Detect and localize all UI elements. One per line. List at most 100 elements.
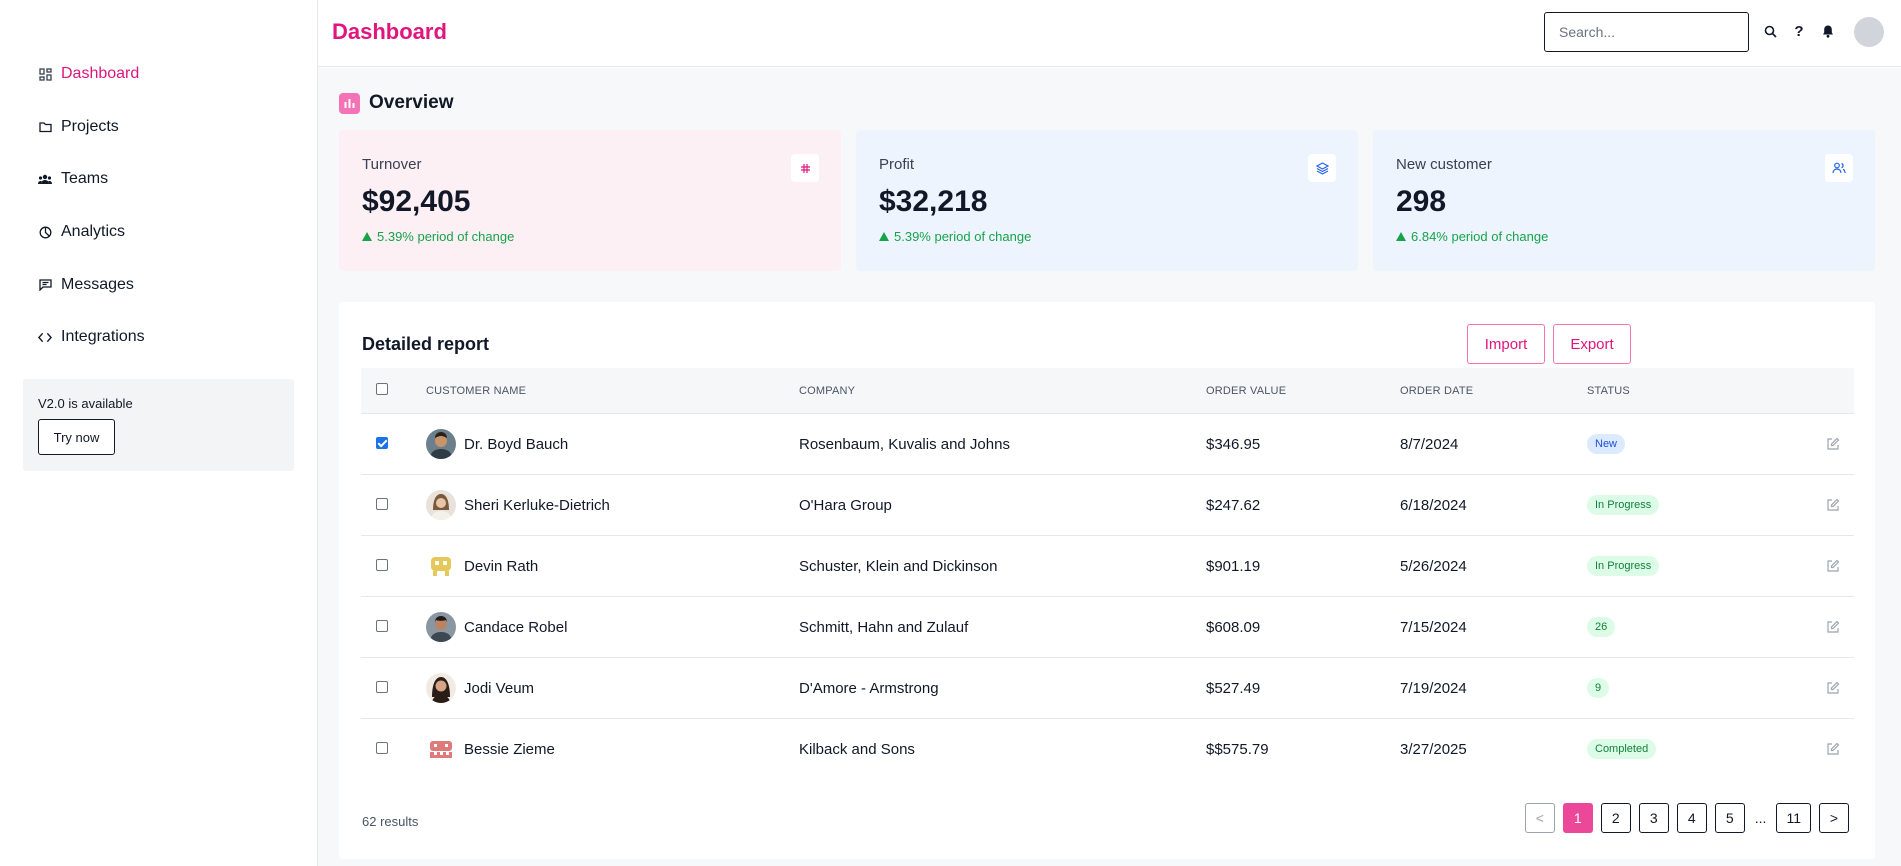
help-icon[interactable]: ? [1790, 22, 1808, 40]
company: Schuster, Klein and Dickinson [799, 557, 998, 575]
row-checkbox[interactable] [376, 436, 388, 449]
bell-icon[interactable] [1819, 22, 1837, 40]
export-button[interactable]: Export [1553, 324, 1631, 364]
select-all-checkbox[interactable] [376, 383, 388, 395]
order-date: 6/18/2024 [1400, 496, 1467, 514]
order-date: 5/26/2024 [1400, 557, 1467, 575]
row-checkbox[interactable] [376, 680, 388, 693]
pagination: < 1 2 3 4 5 ... 11 > [1524, 803, 1849, 833]
edit-icon[interactable] [1812, 559, 1854, 573]
report-title: Detailed report [362, 334, 490, 354]
order-date: 7/19/2024 [1400, 679, 1467, 697]
page-button-5[interactable]: 5 [1714, 803, 1745, 833]
sidebar-item-dashboard[interactable]: Dashboard [38, 48, 145, 101]
customer-name: Jodi Veum [464, 679, 535, 697]
sidebar-item-projects[interactable]: Projects [38, 101, 145, 154]
results-count: 62 results [362, 814, 419, 829]
table-row[interactable]: Candace Robel Schmitt, Hahn and Zulauf $… [361, 596, 1854, 657]
sidebar-item-label: Messages [61, 275, 134, 293]
page-button-2[interactable]: 2 [1600, 803, 1631, 833]
col-company[interactable]: COMPANY [799, 385, 1206, 397]
code-icon [38, 330, 52, 344]
stat-card-new-customer: New customer 298 6.84% period of change [1373, 130, 1875, 271]
detailed-report: Detailed report Import Export CUSTOMER N… [339, 302, 1875, 859]
col-status[interactable]: STATUS [1587, 385, 1812, 397]
status-badge: 26 [1587, 617, 1616, 637]
order-date: 8/7/2024 [1400, 435, 1459, 453]
page-button-3[interactable]: 3 [1638, 803, 1669, 833]
pie-icon [38, 225, 52, 239]
search-input[interactable] [1544, 12, 1749, 52]
table-row[interactable]: Dr. Boyd Bauch Rosenbaum, Kuvalis and Jo… [361, 413, 1854, 474]
page-button-1[interactable]: 1 [1562, 803, 1593, 833]
folder-icon [38, 120, 52, 134]
sidebar-item-label: Projects [61, 117, 119, 135]
row-checkbox[interactable] [376, 741, 388, 754]
edit-icon[interactable] [1812, 742, 1854, 756]
order-date: 7/15/2024 [1400, 618, 1467, 636]
row-checkbox[interactable] [376, 619, 388, 632]
edit-icon[interactable] [1812, 620, 1854, 634]
table-row[interactable]: Bessie Zieme Kilback and Sons $$575.79 3… [361, 718, 1854, 779]
trend-up-icon [1396, 232, 1406, 241]
users-icon [1825, 154, 1853, 182]
stat-change-text: 6.84% period of change [1411, 229, 1549, 244]
sidebar-nav: Dashboard Projects Teams Analytics Messa… [38, 48, 145, 364]
col-customer-name[interactable]: CUSTOMER NAME [426, 385, 799, 397]
stat-card-profit: Profit $32,218 5.39% period of change [856, 130, 1358, 271]
avatar [426, 612, 456, 642]
edit-icon[interactable] [1812, 437, 1854, 451]
overview-title: Overview [369, 92, 454, 113]
sidebar-item-label: Dashboard [61, 65, 140, 83]
order-value: $346.95 [1206, 435, 1261, 453]
table-row[interactable]: Sheri Kerluke-Dietrich O'Hara Group $247… [361, 474, 1854, 535]
try-now-button[interactable]: Try now [38, 419, 115, 455]
sidebar-item-messages[interactable]: Messages [38, 258, 145, 311]
order-value: $527.49 [1206, 679, 1261, 697]
stat-card-turnover: Turnover $92,405 5.39% period of change [339, 130, 841, 271]
users-icon [38, 172, 52, 186]
stat-cards: Turnover $92,405 5.39% period of change … [339, 130, 1875, 271]
company: D'Amore - Armstrong [799, 679, 939, 697]
company: O'Hara Group [799, 496, 892, 514]
row-checkbox[interactable] [376, 497, 388, 510]
edit-icon[interactable] [1812, 498, 1854, 512]
bar-chart-icon [339, 92, 360, 114]
avatar [426, 429, 456, 459]
page-button-4[interactable]: 4 [1676, 803, 1707, 833]
page-button-last[interactable]: 11 [1776, 803, 1811, 833]
customer-name: Dr. Boyd Bauch [464, 435, 569, 453]
status-badge: New [1587, 434, 1626, 454]
import-button[interactable]: Import [1467, 324, 1545, 364]
stat-value: $92,405 [362, 185, 471, 218]
edit-icon[interactable] [1812, 681, 1854, 695]
status-badge: In Progress [1587, 556, 1660, 576]
sidebar-item-integrations[interactable]: Integrations [38, 311, 145, 364]
sidebar-item-teams[interactable]: Teams [38, 153, 145, 206]
company: Rosenbaum, Kuvalis and Johns [799, 435, 1010, 453]
customer-name: Devin Rath [464, 557, 539, 575]
avatar [426, 551, 456, 581]
layers-icon [1308, 154, 1336, 182]
search-icon[interactable] [1761, 22, 1779, 40]
col-order-date[interactable]: ORDER DATE [1400, 385, 1587, 397]
table-row[interactable]: Devin Rath Schuster, Klein and Dickinson… [361, 535, 1854, 596]
stat-change-text: 5.39% period of change [894, 229, 1032, 244]
pagination-ellipsis: ... [1754, 810, 1767, 826]
stat-label: Turnover [362, 156, 422, 173]
avatar [426, 734, 456, 764]
col-order-value[interactable]: ORDER VALUE [1206, 385, 1400, 397]
order-value: $247.62 [1206, 496, 1261, 514]
sidebar-item-label: Teams [61, 170, 109, 188]
customer-name: Bessie Zieme [464, 740, 555, 758]
stat-label: Profit [879, 156, 915, 173]
table-row[interactable]: Jodi Veum D'Amore - Armstrong $527.49 7/… [361, 657, 1854, 718]
sidebar-item-analytics[interactable]: Analytics [38, 206, 145, 259]
trend-up-icon [879, 232, 889, 241]
row-checkbox[interactable] [376, 558, 388, 571]
order-value: $608.09 [1206, 618, 1261, 636]
user-avatar[interactable] [1854, 17, 1884, 47]
prev-page-button[interactable]: < [1524, 803, 1555, 833]
stat-change: 5.39% period of change [362, 229, 818, 244]
next-page-button[interactable]: > [1819, 803, 1849, 833]
